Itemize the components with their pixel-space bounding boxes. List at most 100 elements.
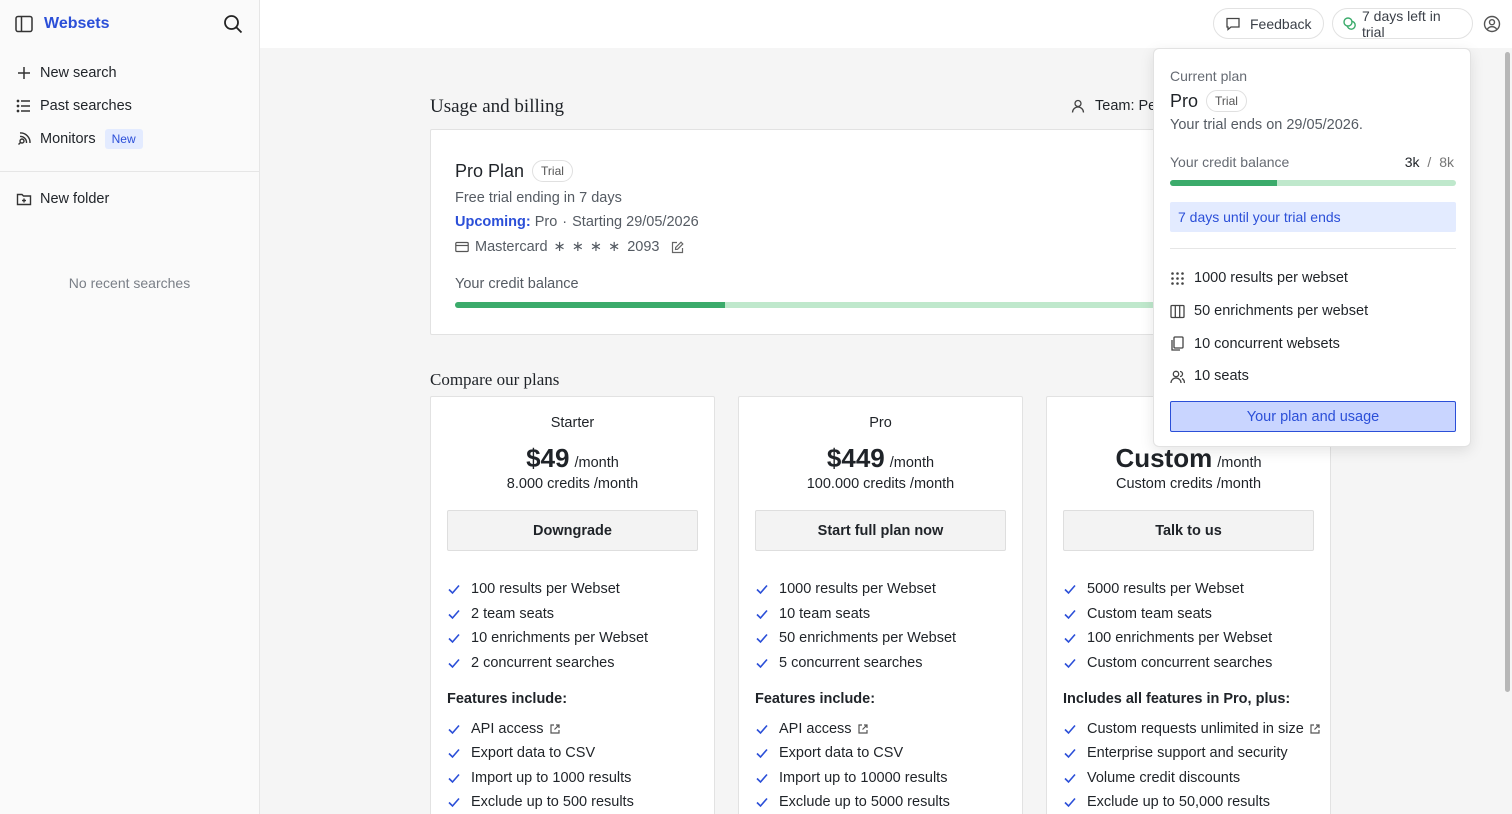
credit-value: 3k / 8k [1405,154,1454,170]
feedback-button[interactable]: Feedback [1213,8,1324,39]
list-item-text: 2 concurrent searches [471,655,615,672]
price-amount: Custom [1115,443,1213,473]
price-amount: $49 [526,443,570,473]
check-icon [1063,795,1077,809]
brand-name[interactable]: Websets [44,15,223,33]
new-folder-button[interactable]: New folder [0,182,259,215]
sidebar-item-monitors[interactable]: Monitors New [0,122,259,155]
check-icon [1063,722,1077,736]
monitor-icon [16,131,32,147]
upcoming-plan-line: Upcoming: Pro · Starting 29/05/2026 [455,214,699,230]
list-item-text: 100 results per Webset [471,581,620,598]
empty-searches-text: No recent searches [68,275,191,291]
list-item: Volume credit discounts [1063,766,1330,791]
list-item-text: 10 concurrent websets [1194,335,1340,352]
plan-card-custom: Enterprise Custom /month Custom credits … [1046,396,1331,814]
features-heading: Features include: [755,691,876,708]
plan-price: Custom /month [1047,443,1330,474]
start-full-plan-button[interactable]: Start full plan now [755,510,1006,551]
list-item-text: Custom concurrent searches [1087,655,1273,672]
list-item: Export data to CSV [755,741,1022,766]
sidebar-toggle-icon[interactable] [14,14,34,34]
plus-icon [16,65,32,81]
sidebar-item-past-searches[interactable]: Past searches [0,89,259,122]
list-item-text: Exclude up to 500 results [471,794,634,811]
external-link-icon[interactable] [857,723,869,735]
new-badge: New [104,128,143,149]
external-link-icon[interactable] [1309,723,1321,735]
team-label: Team: Per [1095,98,1162,114]
popover-plan-name: Pro [1170,90,1199,111]
plan-credits: Custom credits /month [1115,476,1262,492]
list-item[interactable]: Custom requests unlimited in size [1063,716,1330,741]
user-avatar-icon[interactable] [1483,15,1501,33]
list-item-text: Custom team seats [1087,605,1212,622]
list-item-text: 1000 results per Webset [779,581,936,598]
check-icon [755,746,769,760]
list-item-text: 2 team seats [471,605,555,622]
sidebar: Websets New search Past searches Monitor… [0,0,260,814]
trial-end-text: Your trial ends on 29/05/2026. [1170,117,1363,133]
message-icon [1225,16,1241,32]
card-brand: Mastercard [475,239,548,255]
list-item-text: 5 concurrent searches [779,655,923,672]
list-icon [16,98,32,114]
trial-status-button[interactable]: 7 days left in trial [1332,8,1473,40]
price-period: /month [889,455,935,471]
check-icon [1063,656,1077,670]
popover-plan: Pro Trial [1170,90,1247,112]
list-item[interactable]: API access [447,716,714,741]
popover-credit-row: Your credit balance 3k / 8k [1170,154,1454,170]
list-item-text: 10 team seats [779,605,871,622]
external-link-icon[interactable] [549,723,561,735]
credit-balance-label: Your credit balance [455,276,579,292]
credit-used: 3k [1404,154,1420,170]
talk-to-us-button[interactable]: Talk to us [1063,510,1314,551]
check-icon [755,631,769,645]
list-item-text: 50 enrichments per Webset [779,630,957,647]
trial-notice: 7 days until your trial ends [1170,202,1456,232]
plan-limits: 5000 results per Webset Custom team seat… [1063,577,1330,814]
check-icon [447,656,461,670]
list-item-text: Custom requests unlimited in size [1087,720,1304,737]
card-last4: 2093 [627,239,660,255]
edit-icon[interactable] [671,240,685,254]
sidebar-item-new-search[interactable]: New search [0,56,259,89]
check-icon [755,771,769,785]
list-item-text: 1000 results per webset [1194,270,1348,287]
coins-icon [1342,16,1358,32]
list-item: 10 team seats [755,602,1022,627]
plan-price: $49 /month [431,443,714,474]
list-item: 10 enrichments per Webset [447,626,714,651]
downgrade-button[interactable]: Downgrade [447,510,698,551]
plan-credits: 8.000 credits /month [506,476,639,492]
scrollbar[interactable] [1505,52,1510,692]
check-icon [1063,746,1077,760]
plan-name: Starter [550,415,595,431]
team-selector[interactable]: Team: Per [1070,98,1161,114]
search-icon[interactable] [223,14,243,34]
sidebar-item-label: New search [40,64,117,81]
price-amount: $449 [826,443,885,473]
plan-and-usage-button[interactable]: Your plan and usage [1170,401,1456,432]
check-icon [755,607,769,621]
list-item[interactable]: API access [755,716,1022,741]
list-item: 2 team seats [447,602,714,627]
upcoming-start: Starting 29/05/2026 [572,214,699,230]
check-icon [755,656,769,670]
check-icon [447,607,461,621]
card-mask: ∗ ∗ ∗ ∗ [553,239,622,255]
plan-limits: 100 results per Webset 2 team seats 10 e… [447,577,714,814]
list-item-text: 5000 results per Webset [1087,581,1244,598]
sidebar-header: Websets [0,0,259,48]
plan-popover: Current plan Pro Trial Your trial ends o… [1153,48,1471,447]
copy-icon [1170,336,1185,351]
upcoming-plan: Pro [534,214,558,230]
list-item: Custom team seats [1063,602,1330,627]
check-icon [1063,607,1077,621]
list-item: 1000 results per Webset [755,577,1022,602]
check-icon [447,722,461,736]
list-item-text: Enterprise support and security [1087,745,1288,762]
topbar: Feedback 7 days left in trial [260,0,1512,48]
columns-icon [1170,304,1185,319]
